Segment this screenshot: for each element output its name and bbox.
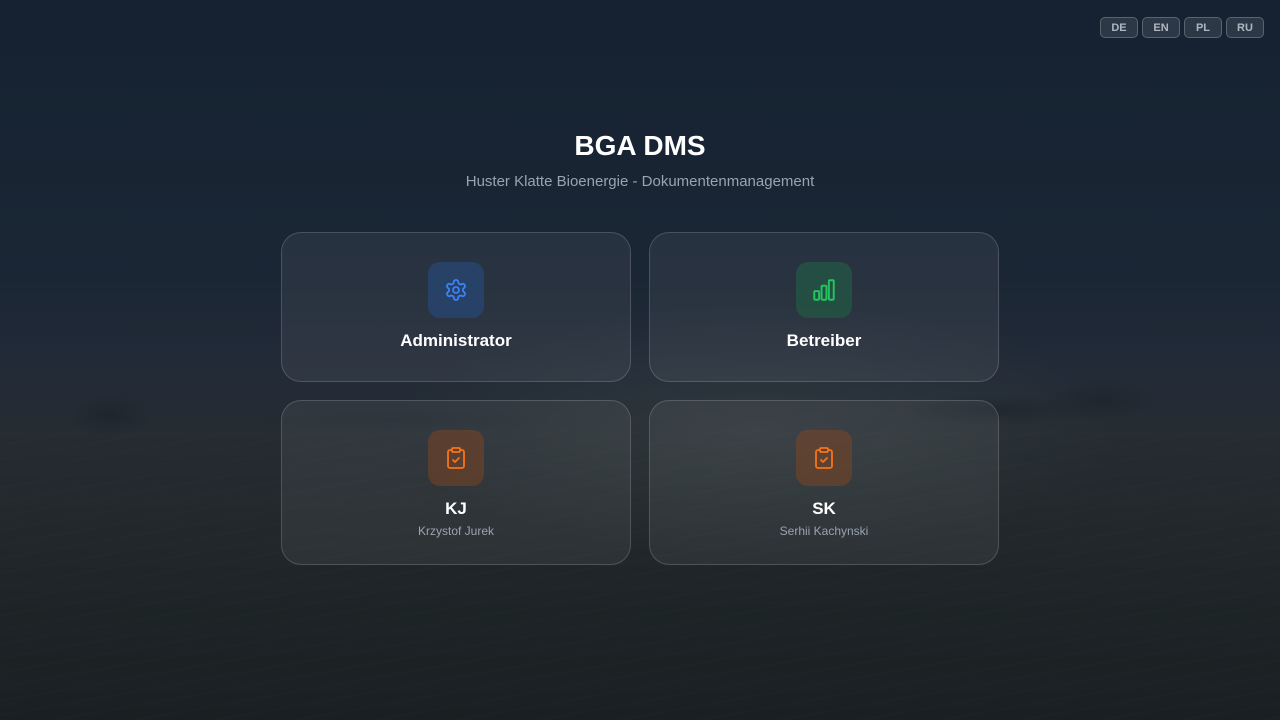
- user-icon-box: [428, 262, 484, 318]
- user-card-administrator[interactable]: Administrator: [281, 232, 631, 382]
- user-name: SK: [812, 499, 836, 518]
- language-button-ru[interactable]: RU: [1226, 17, 1264, 38]
- language-button-en[interactable]: EN: [1142, 17, 1180, 38]
- gear-icon: [446, 279, 466, 301]
- user-icon-box: [796, 430, 852, 486]
- page-subtitle: Huster Klatte Bioenergie - Dokumentenman…: [465, 173, 815, 190]
- background-overlay: [0, 0, 1280, 720]
- user-card-sk[interactable]: SK Serhii Kachynski: [649, 400, 999, 565]
- user-name: Administrator: [400, 331, 512, 350]
- clipboard-check-icon: [815, 447, 833, 469]
- user-icon-box: [796, 262, 852, 318]
- user-icon-box: [428, 430, 484, 486]
- user-full-name: Serhii Kachynski: [779, 524, 869, 538]
- bar-chart-icon: [813, 279, 835, 301]
- language-button-pl[interactable]: PL: [1184, 17, 1222, 38]
- language-switcher: DE EN PL RU: [1100, 17, 1264, 38]
- clipboard-check-icon: [447, 447, 465, 469]
- user-card-kj[interactable]: KJ Krzystof Jurek: [281, 400, 631, 565]
- user-name: KJ: [445, 499, 467, 518]
- user-name: Betreiber: [786, 331, 862, 350]
- language-button-de[interactable]: DE: [1100, 17, 1138, 38]
- user-full-name: Krzystof Jurek: [417, 524, 495, 538]
- page-title: BGA DMS: [574, 130, 706, 161]
- user-card-betreiber[interactable]: Betreiber: [649, 232, 999, 382]
